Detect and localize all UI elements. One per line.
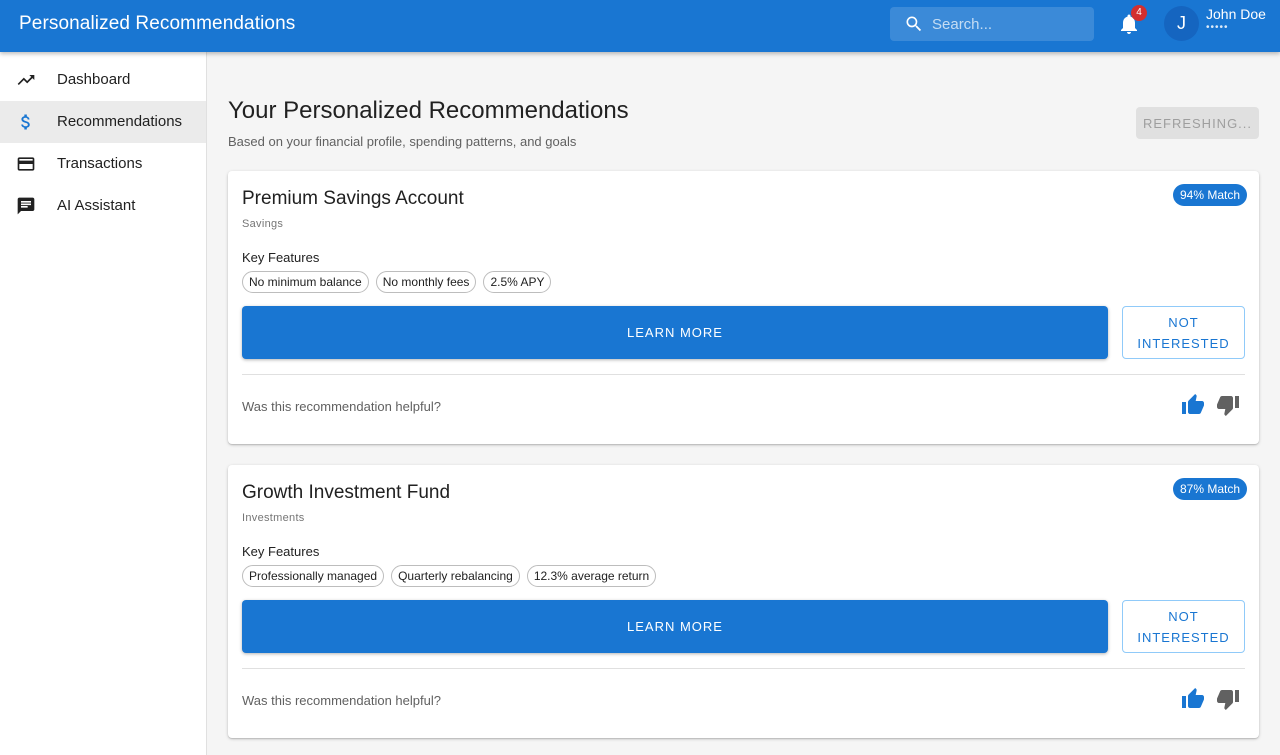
page-title: Your Personalized Recommendations — [228, 97, 629, 124]
feature-chip: 12.3% average return — [526, 565, 657, 587]
feature-chip: No monthly fees — [375, 271, 477, 293]
search-box[interactable] — [890, 7, 1094, 41]
sidebar-item-label: Recommendations — [57, 113, 183, 130]
sidebar: Dashboard Recommendations Transactions A… — [0, 52, 207, 755]
learn-more-button[interactable]: LEARN MORE — [242, 306, 1108, 359]
thumbs-down-icon[interactable] — [1216, 393, 1240, 417]
trending-up-icon — [17, 75, 35, 85]
app-title: Personalized Recommendations — [19, 13, 296, 34]
thumbs-up-icon[interactable] — [1181, 687, 1205, 711]
dollar-icon — [21, 114, 30, 130]
thumbs-down-icon[interactable] — [1216, 687, 1240, 711]
chat-icon — [17, 197, 35, 215]
avatar[interactable]: J — [1164, 6, 1199, 41]
feature-chip: 2.5% APY — [483, 271, 552, 293]
recommendation-card: Growth Investment Fund Investments 87% M… — [228, 465, 1259, 738]
not-interested-button[interactable]: NOT INTERESTED — [1122, 600, 1245, 653]
thumbs-up-icon[interactable] — [1181, 393, 1205, 417]
sidebar-item-label: Dashboard — [57, 71, 131, 88]
sidebar-item-recommendations[interactable]: Recommendations — [0, 101, 206, 143]
sidebar-item-ai-assistant[interactable]: AI Assistant — [0, 185, 206, 227]
learn-more-button[interactable]: LEARN MORE — [242, 600, 1108, 653]
card-category: Savings — [242, 218, 284, 230]
feature-chips: Professionally managed Quarterly rebalan… — [242, 565, 657, 587]
match-badge: 94% Match — [1173, 184, 1248, 206]
search-icon — [906, 16, 922, 32]
helpful-prompt: Was this recommendation helpful? — [242, 399, 441, 414]
card-title: Premium Savings Account — [242, 188, 464, 209]
sidebar-item-label: Transactions — [57, 155, 143, 172]
credit-card-icon — [17, 157, 35, 171]
helpful-prompt: Was this recommendation helpful? — [242, 693, 441, 708]
not-interested-button[interactable]: NOT INTERESTED — [1122, 306, 1245, 359]
feature-chips: No minimum balance No monthly fees 2.5% … — [242, 271, 552, 293]
card-category: Investments — [242, 512, 305, 524]
refresh-button[interactable]: REFRESHING... — [1136, 107, 1259, 139]
sidebar-item-label: AI Assistant — [57, 197, 136, 214]
recommendation-card: Premium Savings Account Savings 94% Matc… — [228, 171, 1259, 444]
divider — [242, 668, 1245, 669]
feature-chip: Quarterly rebalancing — [391, 565, 520, 587]
match-badge: 87% Match — [1173, 478, 1248, 500]
search-input[interactable] — [932, 7, 1088, 41]
sidebar-item-transactions[interactable]: Transactions — [0, 143, 206, 185]
page-subtitle: Based on your financial profile, spendin… — [228, 134, 577, 149]
divider — [242, 374, 1245, 375]
card-title: Growth Investment Fund — [242, 482, 451, 503]
feature-chip: No minimum balance — [242, 271, 369, 293]
user-name: John Doe — [1206, 6, 1266, 22]
feature-chip: Professionally managed — [242, 565, 385, 587]
notifications-badge: 4 — [1131, 5, 1147, 21]
sidebar-item-dashboard[interactable]: Dashboard — [0, 59, 206, 101]
key-features-label: Key Features — [242, 544, 320, 559]
app-bar: Personalized Recommendations 4 J John Do… — [0, 0, 1280, 52]
key-features-label: Key Features — [242, 250, 320, 265]
user-subtitle: ••••• — [1206, 22, 1229, 33]
